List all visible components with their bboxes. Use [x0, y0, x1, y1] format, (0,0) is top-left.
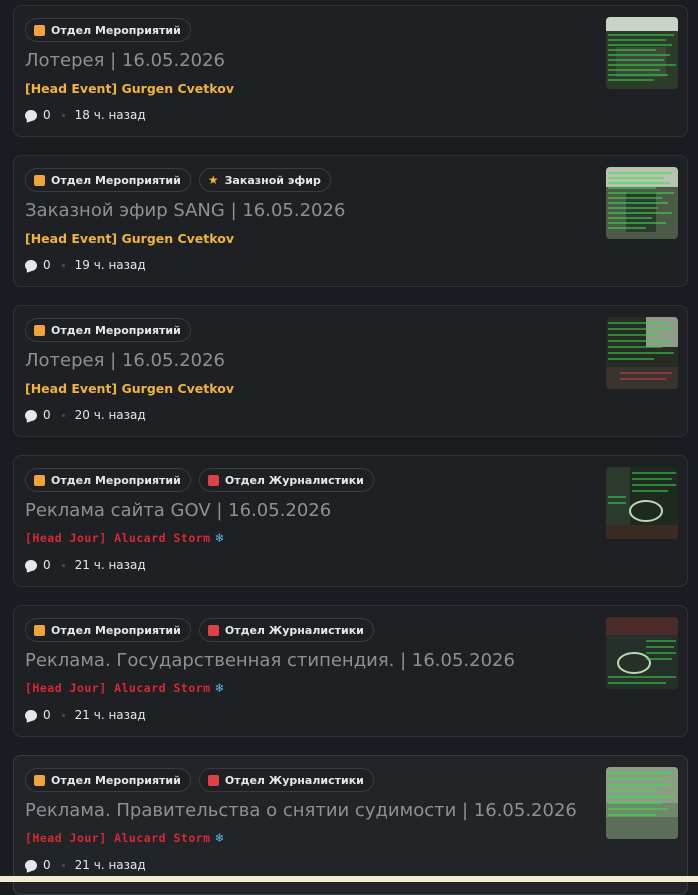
post-card[interactable]: Отдел Мероприятий Лотерея | 16.05.2026 [… [13, 305, 688, 437]
post-meta: 0 21 ч. назад [25, 558, 146, 572]
comment-count: 0 [43, 858, 51, 872]
post-author[interactable]: [Head Jour] Alucard Storm ❄ [25, 831, 224, 846]
comment-count: 0 [43, 558, 51, 572]
post-card[interactable]: Отдел Мероприятий ★ Заказной эфир Заказн… [13, 155, 688, 287]
speech-bubble-icon [25, 559, 37, 571]
orange-square-icon [34, 174, 45, 186]
orange-square-icon [34, 774, 45, 786]
post-author[interactable]: [Head Jour] Alucard Storm ❄ [25, 681, 224, 696]
separator-dot [61, 713, 65, 717]
post-title[interactable]: Лотерея | 16.05.2026 [25, 350, 225, 371]
post-meta: 0 21 ч. назад [25, 708, 146, 722]
post-meta: 0 21 ч. назад [25, 858, 146, 872]
tag-label: Отдел Журналистики [224, 623, 364, 637]
snowflake-icon: ❄ [215, 531, 224, 546]
orange-square-icon [34, 474, 45, 486]
post-tags: Отдел Мероприятий Отдел Журналистики [25, 768, 374, 792]
comment-count: 0 [43, 408, 51, 422]
post-title[interactable]: Реклама сайта GOV | 16.05.2026 [25, 500, 331, 521]
post-tags: Отдел Мероприятий [25, 18, 191, 42]
tag-journalism-department[interactable]: Отдел Журналистики [198, 768, 374, 792]
tag-ordered-broadcast[interactable]: ★ Заказной эфир [198, 168, 331, 192]
post-author[interactable]: [Head Event] Gurgen Cvetkov [25, 81, 234, 96]
post-thumbnail[interactable] [606, 317, 678, 389]
star-icon: ★ [207, 173, 219, 187]
post-thumbnail[interactable] [606, 167, 678, 239]
orange-square-icon [34, 24, 45, 36]
separator-dot [61, 563, 65, 567]
post-time: 21 ч. назад [74, 858, 146, 872]
post-meta: 0 20 ч. назад [25, 408, 146, 422]
orange-square-icon [34, 324, 45, 336]
post-card[interactable]: Отдел Мероприятий Отдел Журналистики Рек… [13, 755, 688, 895]
author-name: [Head Jour] Alucard Storm [25, 531, 211, 545]
post-author[interactable]: [Head Event] Gurgen Cvetkov [25, 381, 234, 396]
tag-events-department[interactable]: Отдел Мероприятий [25, 468, 191, 492]
snowflake-icon: ❄ [215, 831, 224, 846]
tag-events-department[interactable]: Отдел Мероприятий [25, 168, 191, 192]
tag-events-department[interactable]: Отдел Мероприятий [25, 18, 191, 42]
post-title[interactable]: Лотерея | 16.05.2026 [25, 50, 225, 71]
separator-dot [61, 263, 65, 267]
tag-events-department[interactable]: Отдел Мероприятий [25, 768, 191, 792]
snowflake-icon: ❄ [215, 681, 224, 696]
tag-label: Отдел Мероприятий [51, 623, 181, 637]
post-time: 21 ч. назад [74, 708, 146, 722]
tag-events-department[interactable]: Отдел Мероприятий [25, 618, 191, 642]
post-author[interactable]: [Head Jour] Alucard Storm ❄ [25, 531, 224, 546]
post-title[interactable]: Заказной эфир SANG | 16.05.2026 [25, 200, 345, 221]
tag-journalism-department[interactable]: Отдел Журналистики [198, 618, 374, 642]
post-tags: Отдел Мероприятий ★ Заказной эфир [25, 168, 331, 192]
tag-label: Заказной эфир [224, 173, 321, 187]
speech-bubble-icon [25, 109, 37, 121]
speech-bubble-icon [25, 259, 37, 271]
post-author[interactable]: [Head Event] Gurgen Cvetkov [25, 231, 234, 246]
tag-journalism-department[interactable]: Отдел Журналистики [198, 468, 374, 492]
speech-bubble-icon [25, 859, 37, 871]
red-square-icon [207, 774, 219, 786]
post-thumbnail[interactable] [606, 767, 678, 839]
tag-label: Отдел Мероприятий [51, 773, 181, 787]
comment-count: 0 [43, 108, 51, 122]
bottom-strip [0, 876, 698, 882]
post-tags: Отдел Мероприятий [25, 318, 191, 342]
post-meta: 0 19 ч. назад [25, 258, 146, 272]
tag-label: Отдел Мероприятий [51, 23, 181, 37]
tag-label: Отдел Мероприятий [51, 473, 181, 487]
post-thumbnail[interactable] [606, 17, 678, 89]
tag-label: Отдел Журналистики [224, 773, 364, 787]
post-meta: 0 18 ч. назад [25, 108, 146, 122]
comment-count: 0 [43, 258, 51, 272]
post-thumbnail[interactable] [606, 467, 678, 539]
post-time: 18 ч. назад [74, 108, 146, 122]
post-time: 20 ч. назад [74, 408, 146, 422]
post-tags: Отдел Мероприятий Отдел Журналистики [25, 468, 374, 492]
tag-label: Отдел Журналистики [224, 473, 364, 487]
post-card[interactable]: Отдел Мероприятий Отдел Журналистики Рек… [13, 455, 688, 587]
tag-label: Отдел Мероприятий [51, 173, 181, 187]
separator-dot [61, 113, 65, 117]
author-name: [Head Jour] Alucard Storm [25, 681, 211, 695]
post-tags: Отдел Мероприятий Отдел Журналистики [25, 618, 374, 642]
red-square-icon [207, 474, 219, 486]
separator-dot [61, 863, 65, 867]
orange-square-icon [34, 624, 45, 636]
tag-label: Отдел Мероприятий [51, 323, 181, 337]
post-title[interactable]: Реклама. Правительства о снятии судимост… [25, 800, 577, 821]
post-thumbnail[interactable] [606, 617, 678, 689]
author-name: [Head Jour] Alucard Storm [25, 831, 211, 845]
speech-bubble-icon [25, 709, 37, 721]
tag-events-department[interactable]: Отдел Мероприятий [25, 318, 191, 342]
comment-count: 0 [43, 708, 51, 722]
post-title[interactable]: Реклама. Государственная стипендия. | 16… [25, 650, 515, 671]
red-square-icon [207, 624, 219, 636]
speech-bubble-icon [25, 409, 37, 421]
post-time: 21 ч. назад [74, 558, 146, 572]
separator-dot [61, 413, 65, 417]
post-card[interactable]: Отдел Мероприятий Лотерея | 16.05.2026 [… [13, 5, 688, 137]
post-card[interactable]: Отдел Мероприятий Отдел Журналистики Рек… [13, 605, 688, 737]
post-time: 19 ч. назад [74, 258, 146, 272]
